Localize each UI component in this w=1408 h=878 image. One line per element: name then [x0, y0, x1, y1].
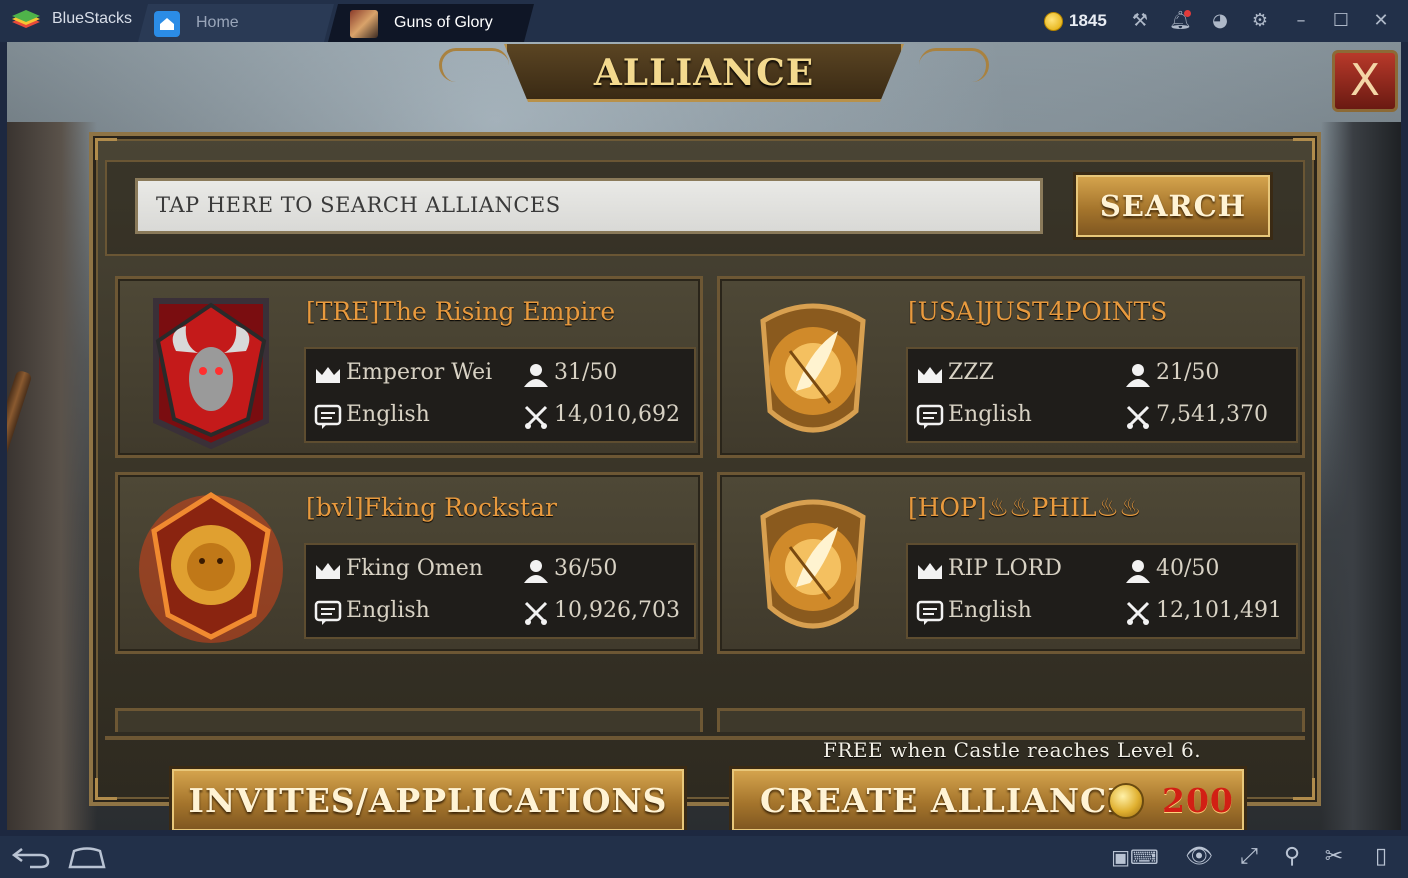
- alliance-info: Emperor Wei 31/50 English 14,010,692: [304, 347, 696, 443]
- gold-wing-emblem-icon: [760, 499, 866, 629]
- keymap-icon[interactable]: ▣⌨: [1106, 844, 1164, 870]
- home-icon: [154, 11, 180, 37]
- alliance-name: [bvl]Fking Rockstar: [306, 493, 557, 522]
- alliance-card[interactable]: [HOP]♨♨PHIL♨♨ RIP LORD 40/50 English 12,…: [717, 472, 1305, 654]
- language-icon: [314, 600, 342, 625]
- alliance-card-partial[interactable]: [115, 708, 703, 732]
- member-icon: [1126, 560, 1150, 583]
- alliance-info: RIP LORD 40/50 English 12,101,491: [906, 543, 1298, 639]
- tab-guns-of-glory[interactable]: Guns of Glory: [328, 4, 534, 42]
- language: English: [948, 402, 1032, 427]
- alliance-power: 10,926,703: [554, 598, 680, 623]
- leader-name: ZZZ: [948, 360, 994, 385]
- language: English: [346, 402, 430, 427]
- alliance-name: [HOP]♨♨PHIL♨♨: [908, 493, 1142, 522]
- corner-ornament: [95, 138, 117, 160]
- leader-name: Fking Omen: [346, 556, 483, 581]
- app-name: BlueStacks: [52, 10, 133, 27]
- member-icon: [524, 560, 548, 583]
- coin-count[interactable]: 1845: [1069, 11, 1107, 31]
- alliance-power: 7,541,370: [1156, 402, 1268, 427]
- alliance-power: 14,010,692: [554, 402, 680, 427]
- member-count: 40/50: [1156, 556, 1220, 581]
- create-alliance-button[interactable]: CREATE ALLIANCE 200: [729, 766, 1247, 830]
- alliance-power: 12,101,491: [1156, 598, 1282, 623]
- member-icon: [524, 364, 548, 387]
- tab-home[interactable]: Home: [138, 4, 334, 42]
- free-note: FREE when Castle reaches Level 6.: [823, 738, 1202, 762]
- alliance-info: ZZZ 21/50 English 7,541,370: [906, 347, 1298, 443]
- alliance-card[interactable]: [TRE]The Rising Empire Emperor Wei 31/50…: [115, 276, 703, 458]
- crossed-swords-icon: [1126, 601, 1150, 625]
- bluestacks-logo-icon: [12, 10, 40, 28]
- language: English: [346, 598, 430, 623]
- scissors-icon[interactable]: ✂: [1319, 844, 1349, 870]
- game-viewport: ALLIANCE X TAP HERE TO SEARCH ALLIANCES …: [7, 42, 1401, 830]
- notification-dot: [1184, 10, 1191, 17]
- maximize-icon[interactable]: ☐: [1330, 10, 1352, 32]
- back-icon[interactable]: [12, 845, 50, 869]
- page-title: ALLIANCE: [593, 52, 815, 94]
- language-icon: [916, 404, 944, 429]
- crown-icon: [918, 563, 942, 579]
- search-button[interactable]: SEARCH: [1073, 172, 1273, 240]
- member-count: 21/50: [1156, 360, 1220, 385]
- crown-icon: [316, 367, 340, 383]
- settings-icon[interactable]: ⚙: [1249, 10, 1271, 32]
- alliance-name: [TRE]The Rising Empire: [306, 297, 616, 326]
- phone-icon[interactable]: ▯: [1366, 844, 1396, 870]
- fullscreen-icon[interactable]: ⤢: [1234, 844, 1264, 870]
- close-button[interactable]: X: [1332, 50, 1398, 112]
- location-icon[interactable]: ⚲: [1277, 844, 1307, 870]
- crossed-swords-icon: [524, 601, 548, 625]
- member-count: 36/50: [554, 556, 618, 581]
- invites-applications-button[interactable]: INVITES/APPLICATIONS: [169, 766, 687, 830]
- gold-wing-emblem-icon: [760, 303, 866, 433]
- leader-name: RIP LORD: [948, 556, 1062, 581]
- bluestacks-titlebar: BlueStacks Home Guns of Glory 1845 ⚒ 🔔︎ …: [0, 0, 1408, 42]
- alliance-name: [USA]JUST4POINTS: [908, 297, 1168, 326]
- home-icon[interactable]: [68, 845, 106, 869]
- crossed-swords-icon: [524, 405, 548, 429]
- coin-icon: [1044, 12, 1063, 31]
- crown-icon: [918, 367, 942, 383]
- background-wall-right: [1321, 122, 1401, 830]
- close-icon[interactable]: ✕: [1370, 10, 1392, 32]
- tab-label: Home: [196, 14, 239, 31]
- alliance-card[interactable]: [USA]JUST4POINTS ZZZ 21/50 English 7,541…: [717, 276, 1305, 458]
- member-count: 31/50: [554, 360, 618, 385]
- alliance-card[interactable]: [bvl]Fking Rockstar Fking Omen 36/50 Eng…: [115, 472, 703, 654]
- red-bull-emblem-icon: [153, 298, 269, 450]
- fire-lion-emblem-icon: [139, 492, 283, 643]
- create-alliance-label: CREATE ALLIANCE: [760, 781, 1134, 820]
- tab-label: Guns of Glory: [394, 14, 493, 31]
- corner-ornament: [1293, 138, 1315, 160]
- crossed-swords-icon: [1126, 405, 1150, 429]
- search-input[interactable]: TAP HERE TO SEARCH ALLIANCES: [135, 178, 1043, 234]
- background-wall-left: [7, 122, 97, 830]
- create-price: 200: [1162, 781, 1234, 820]
- gold-coin-icon: [1108, 783, 1144, 819]
- member-icon: [1126, 364, 1150, 387]
- language: English: [948, 598, 1032, 623]
- hammer-icon[interactable]: ⚒: [1129, 10, 1151, 32]
- language-icon: [314, 404, 342, 429]
- leader-name: Emperor Wei: [346, 360, 493, 385]
- alliance-info: Fking Omen 36/50 English 10,926,703: [304, 543, 696, 639]
- minimize-icon[interactable]: –: [1290, 10, 1312, 32]
- bluestacks-bottom-bar: ▣⌨ 👁︎ ⤢ ⚲ ✂ ▯: [0, 836, 1408, 878]
- alliance-panel: TAP HERE TO SEARCH ALLIANCES SEARCH [TRE…: [89, 132, 1321, 830]
- game-icon: [350, 10, 378, 38]
- account-icon[interactable]: ◕: [1209, 10, 1231, 32]
- title-ornament-left: [439, 48, 509, 82]
- alliance-card-partial[interactable]: [717, 708, 1305, 732]
- title-ornament-right: [919, 48, 989, 82]
- eye-icon[interactable]: 👁︎: [1184, 844, 1214, 870]
- crown-icon: [316, 563, 340, 579]
- corner-ornament: [95, 778, 117, 800]
- corner-ornament: [1293, 778, 1315, 800]
- language-icon: [916, 600, 944, 625]
